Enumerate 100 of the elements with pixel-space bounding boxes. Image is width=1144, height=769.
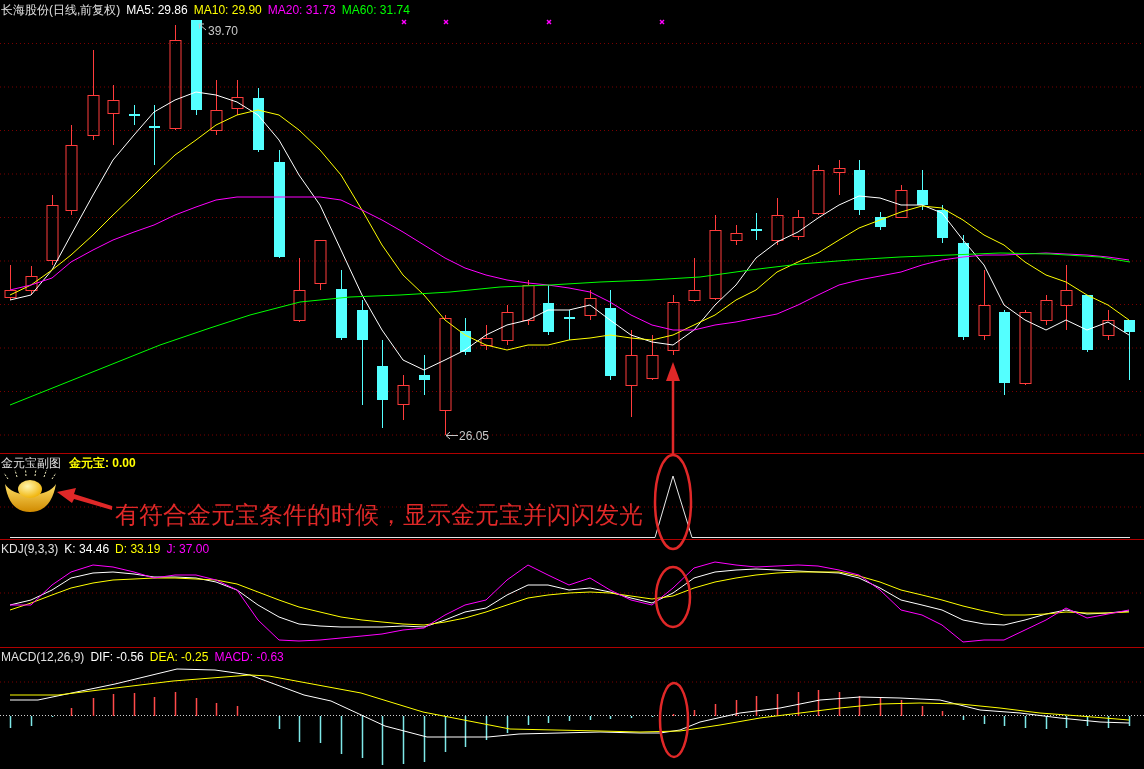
candlestick xyxy=(1060,264,1073,331)
leader-arrow-icon xyxy=(445,431,459,440)
candlestick xyxy=(460,317,471,356)
histogram-bar xyxy=(651,715,654,718)
candlestick xyxy=(1124,319,1135,381)
candlestick xyxy=(833,159,846,196)
histogram-bar xyxy=(735,699,738,717)
histogram-bar xyxy=(298,715,301,743)
candlestick xyxy=(812,164,825,216)
candlestick xyxy=(564,309,575,341)
candlestick xyxy=(231,79,244,116)
chart-title: 长海股份(日线,前复权) xyxy=(1,3,121,17)
histogram-bar xyxy=(195,697,198,717)
candlestick xyxy=(25,265,38,296)
histogram-bar xyxy=(755,695,758,717)
indicator-value: D: 33.19 xyxy=(115,542,161,556)
histogram-bar xyxy=(672,713,675,717)
histogram-bar xyxy=(1128,715,1131,727)
candlestick xyxy=(751,212,762,241)
candlestick xyxy=(314,239,327,291)
histogram-bar xyxy=(838,691,841,717)
x-marker-icon xyxy=(443,19,449,25)
histogram-bar xyxy=(921,705,924,717)
price-label: 26.05 xyxy=(459,429,490,443)
histogram-bar xyxy=(9,715,12,729)
x-marker-icon xyxy=(546,19,552,25)
histogram-bar xyxy=(1024,715,1027,729)
histogram-bar xyxy=(340,715,343,755)
indicator-value: MA5: 29.86 xyxy=(126,3,188,17)
price-label: 39.70 xyxy=(208,24,239,38)
candlestick xyxy=(667,294,680,356)
candlestick xyxy=(293,257,306,323)
candlestick xyxy=(1082,294,1093,353)
candlestick xyxy=(501,304,514,346)
candlestick xyxy=(397,374,410,421)
candlestick xyxy=(937,204,948,244)
candlestick xyxy=(522,279,535,326)
histogram-bar xyxy=(485,715,488,741)
histogram-bar xyxy=(630,715,633,719)
histogram-bar xyxy=(506,715,509,734)
histogram-bar xyxy=(983,715,986,725)
histogram-bar xyxy=(381,715,384,766)
candlestick xyxy=(688,257,701,303)
histogram-bar xyxy=(278,715,281,730)
histogram-bar xyxy=(693,709,696,717)
histogram-bar xyxy=(215,702,218,717)
indicator-value: MA60: 31.74 xyxy=(341,3,410,17)
histogram-bar xyxy=(423,715,426,763)
candlestick xyxy=(419,354,430,396)
candlestick xyxy=(1040,294,1053,326)
histogram-bar xyxy=(444,715,447,753)
histogram-bar xyxy=(70,707,73,717)
histogram-bar xyxy=(133,692,136,717)
candlestick xyxy=(543,284,554,336)
candlestick xyxy=(1102,309,1115,341)
candlestick xyxy=(646,334,659,381)
histogram-bar xyxy=(464,715,467,748)
candlestick xyxy=(336,269,347,341)
indicator-value: DIF: -0.56 xyxy=(90,650,144,664)
histogram-bar xyxy=(51,715,54,718)
histogram-bar xyxy=(361,715,364,759)
histogram-bar xyxy=(402,715,405,765)
candlestick xyxy=(854,159,865,216)
histogram-bar xyxy=(92,697,95,717)
candlestick xyxy=(107,84,120,146)
histogram-bar xyxy=(30,715,33,727)
histogram-bar xyxy=(858,695,861,717)
histogram-bar xyxy=(547,715,550,724)
indicator-value: DEA: -0.25 xyxy=(149,650,209,664)
histogram-bar xyxy=(609,715,612,720)
leader-arrow-icon xyxy=(198,23,207,31)
histogram-bar xyxy=(153,696,156,717)
histogram-bar xyxy=(797,691,800,717)
candlestick xyxy=(917,169,928,211)
histogram-bar xyxy=(319,715,322,744)
histogram-bar xyxy=(174,691,177,717)
candlestick xyxy=(875,211,886,231)
histogram-bar xyxy=(817,689,820,717)
histogram-bar xyxy=(112,693,115,717)
indicator-value: MA20: 31.73 xyxy=(267,3,336,17)
x-marker-icon xyxy=(659,19,665,25)
chart-title: MACD(12,26,9) xyxy=(1,650,85,664)
histogram-bar xyxy=(714,703,717,717)
candlestick xyxy=(584,289,597,321)
candlestick xyxy=(46,194,59,266)
annotation-arrow xyxy=(57,488,112,510)
candlestick xyxy=(210,79,223,136)
histogram-bar xyxy=(1003,715,1006,727)
histogram-bar xyxy=(1065,715,1068,729)
candlestick xyxy=(149,104,160,166)
histogram-bar xyxy=(962,715,965,721)
chart-title: 金元宝副图 xyxy=(1,456,61,470)
annotation-text: 有符合金元宝条件的时候，显示金元宝并闪闪发光 xyxy=(115,501,643,528)
histogram-bar xyxy=(589,715,592,721)
histogram-bar xyxy=(776,693,779,717)
chart-title: KDJ(9,3,3) xyxy=(1,542,59,556)
candlestick xyxy=(978,269,991,341)
x-marker-icon xyxy=(401,19,407,25)
indicator-value: MACD: -0.63 xyxy=(214,650,284,664)
histogram-bar xyxy=(900,699,903,717)
